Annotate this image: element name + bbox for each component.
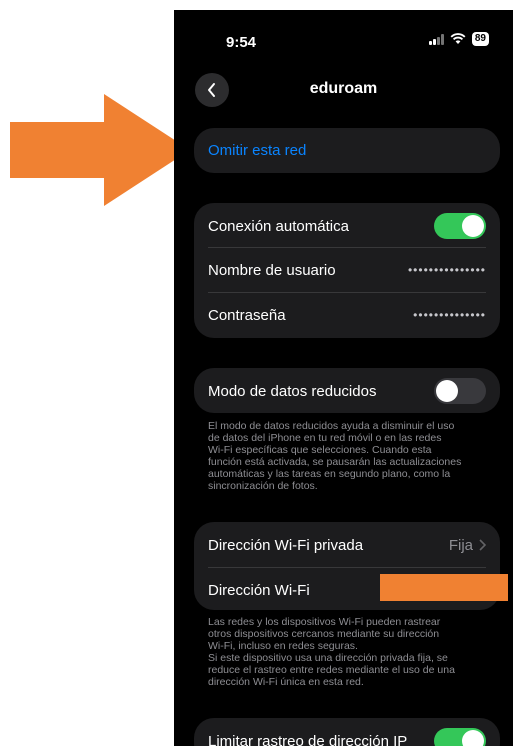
battery-icon: 89 — [471, 32, 489, 46]
annotation-arrow — [10, 94, 190, 206]
auto-join-row: Conexión automática — [208, 211, 486, 241]
password-label: Contraseña — [208, 306, 286, 324]
wifi-icon — [450, 33, 466, 44]
username-row[interactable]: Nombre de usuario ••••••••••••••• — [208, 255, 486, 285]
private-address-card: Dirección Wi-Fi privada Fija Dirección W… — [194, 522, 508, 610]
low-data-footnote: El modo de datos reducidos ayuda a dismi… — [208, 420, 462, 492]
low-data-card: Modo de datos reducidos — [194, 368, 500, 413]
chevron-right-icon — [479, 539, 486, 551]
phone-screen: 9:54 89 eduroam Omitir esta red Conexión… — [174, 10, 513, 746]
auto-join-toggle[interactable] — [434, 213, 486, 239]
password-value: •••••••••••••• — [413, 308, 486, 322]
limit-ip-label: Limitar rastreo de dirección IP — [208, 732, 408, 746]
low-data-toggle[interactable] — [434, 378, 486, 404]
forget-network-button[interactable]: Omitir esta red — [208, 142, 306, 159]
connection-card: Conexión automática Nombre de usuario ••… — [194, 203, 500, 338]
status-icons: 89 — [428, 32, 489, 46]
private-address-value: Fija — [448, 536, 473, 554]
auto-join-label: Conexión automática — [208, 217, 349, 235]
redaction-box — [380, 574, 508, 601]
low-data-label: Modo de datos reducidos — [208, 382, 377, 400]
wifi-address-label: Dirección Wi-Fi — [208, 581, 310, 599]
status-time: 9:54 — [226, 34, 257, 51]
private-address-footnote: Las redes y los dispositivos Wi-Fi puede… — [208, 616, 455, 688]
limit-ip-row: Limitar rastreo de dirección IP — [208, 726, 486, 746]
username-label: Nombre de usuario — [208, 261, 336, 279]
page-title: eduroam — [309, 80, 378, 97]
limit-ip-card: Limitar rastreo de dirección IP — [194, 718, 500, 746]
limit-ip-toggle[interactable] — [434, 728, 486, 746]
signal-icon — [428, 33, 444, 45]
username-value: ••••••••••••••• — [407, 263, 486, 277]
private-address-row[interactable]: Dirección Wi-Fi privada Fija — [208, 530, 486, 560]
private-address-label: Dirección Wi-Fi privada — [208, 536, 364, 554]
password-row[interactable]: Contraseña •••••••••••••• — [208, 300, 486, 330]
low-data-row: Modo de datos reducidos — [208, 376, 486, 406]
forget-network-card: Omitir esta red — [194, 128, 500, 173]
